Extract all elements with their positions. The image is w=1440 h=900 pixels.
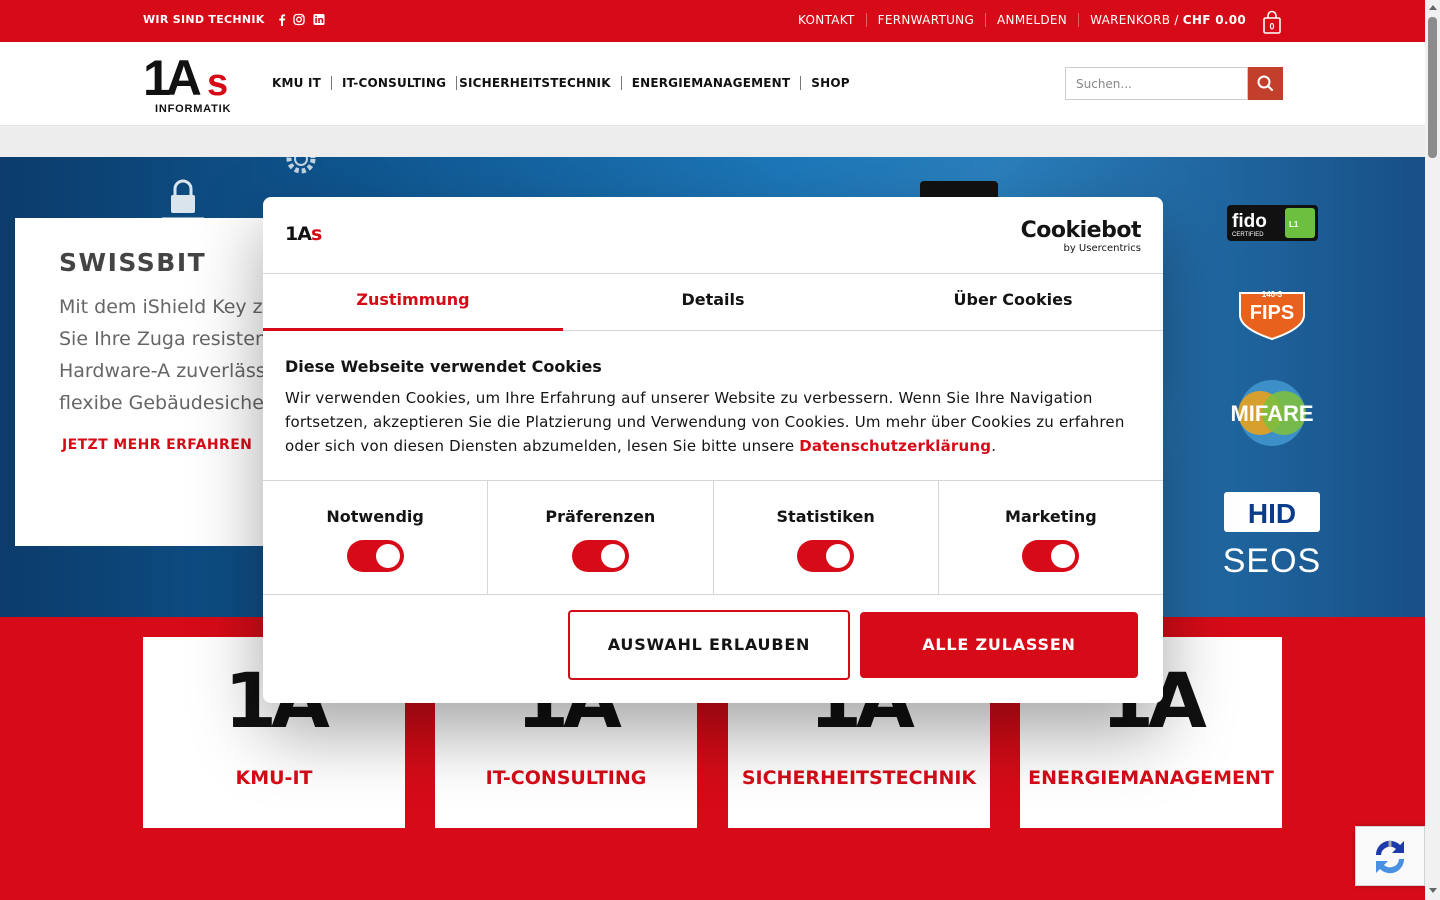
linkedin-icon[interactable] — [313, 13, 325, 26]
toggle-label: Präferenzen — [545, 507, 656, 526]
cart-count: 0 — [1269, 22, 1274, 32]
cookie-consent-dialog: 1As Cookiebot by Usercentrics Zustimmung… — [263, 197, 1163, 703]
svg-text:140-3: 140-3 — [1262, 290, 1283, 299]
toggle-label: Marketing — [1005, 507, 1097, 526]
search-input[interactable]: Suchen... — [1065, 67, 1248, 100]
page-scrollbar[interactable] — [1425, 0, 1440, 900]
mifare-badge: MIFARE — [1230, 380, 1314, 446]
tab-zustimmung[interactable]: Zustimmung — [263, 274, 563, 331]
cart-link[interactable]: WARENKORB / CHF 0.00 — [1078, 13, 1280, 27]
cookie-tabs: Zustimmung Details Über Cookies — [263, 274, 1163, 331]
hero-cta-link[interactable]: JETZT MEHR ERFAHREN — [62, 437, 285, 453]
search-button[interactable] — [1248, 67, 1283, 100]
fips-badge: 140-3 FIPS — [1239, 290, 1305, 341]
cookiebot-by: by Usercentrics — [1063, 243, 1141, 254]
toggle-label: Notwendig — [326, 507, 424, 526]
fido-text: fido — [1232, 211, 1267, 232]
hero-brand: SWISSBIT — [59, 248, 207, 277]
tile-label: ENERGIEMANAGEMENT — [1028, 767, 1274, 789]
svg-text:1A: 1A — [143, 53, 201, 106]
tile-label: IT-CONSULTING — [485, 767, 647, 789]
scroll-up-icon[interactable] — [1429, 5, 1437, 10]
toggle-praeferenzen: Präferenzen — [487, 481, 712, 594]
hid-seos-badge: HID SEOS — [1223, 492, 1321, 576]
hero-text: Mit dem iShield Key zu Schützen Sie Ihre… — [59, 296, 285, 414]
search-icon — [1257, 75, 1274, 92]
svg-text:s: s — [207, 62, 228, 104]
tile-label: KMU-IT — [235, 767, 313, 789]
fido-badge: fido CERTIFIED L1 — [1227, 205, 1318, 241]
toggle-label: Statistiken — [776, 507, 875, 526]
dialog-body: Wir verwenden Cookies, um Ihre Erfahrung… — [285, 386, 1141, 458]
link-anmelden[interactable]: ANMELDEN — [985, 13, 1078, 27]
toggle-notwendig: Notwendig — [263, 481, 487, 594]
nav-energiemanagement[interactable]: ENERGIEMANAGEMENT — [620, 76, 801, 90]
site-logo[interactable]: 1A s INFORMATIK — [143, 53, 243, 115]
tile-label: SICHERHEITSTECHNIK — [741, 767, 977, 789]
scroll-down-icon[interactable] — [1429, 888, 1437, 893]
switch-statistiken[interactable] — [797, 540, 855, 572]
tab-ueber-cookies[interactable]: Über Cookies — [863, 274, 1163, 330]
site-header: 1A s INFORMATIK KMU IT IT-CONSULTING SIC… — [0, 42, 1425, 126]
svg-text:HID: HID — [1248, 498, 1296, 529]
allow-all-button[interactable]: ALLE ZULASSEN — [860, 612, 1138, 678]
recaptcha-icon — [1375, 840, 1405, 874]
gear-icon — [286, 157, 316, 174]
dialog-body-suffix: . — [991, 437, 997, 455]
cookiebot-name: Cookiebot — [1020, 218, 1142, 243]
svg-text:CERTIFIED: CERTIFIED — [1232, 232, 1264, 238]
hero-card: SWISSBIT Mit dem iShield Key zu Schützen… — [15, 218, 285, 546]
dialog-logo: 1As — [285, 223, 322, 245]
cart-price: CHF 0.00 — [1182, 13, 1246, 27]
facebook-icon[interactable] — [276, 13, 288, 26]
dialog-title: Diese Webseite verwendet Cookies — [285, 357, 602, 376]
main-nav: KMU IT IT-CONSULTING SICHERHEITSTECHNIK … — [272, 76, 860, 90]
switch-praeferenzen[interactable] — [571, 540, 629, 572]
dialog-body-text: Wir verwenden Cookies, um Ihre Erfahrung… — [285, 389, 1125, 455]
svg-text:L1: L1 — [1289, 220, 1299, 229]
nav-shop[interactable]: SHOP — [800, 76, 859, 90]
toggle-statistiken: Statistiken — [712, 481, 938, 594]
svg-text:SEOS: SEOS — [1223, 542, 1321, 576]
switch-marketing[interactable] — [1022, 540, 1080, 572]
recaptcha-badge[interactable] — [1355, 826, 1425, 886]
svg-text:MIFARE: MIFARE — [1230, 401, 1313, 426]
instagram-icon[interactable] — [293, 13, 305, 26]
scroll-thumb[interactable] — [1428, 17, 1437, 158]
nav-it-consulting[interactable]: IT-CONSULTING — [331, 76, 456, 90]
nav-sicherheitstechnik[interactable]: SICHERHEITSTECHNIK — [456, 76, 621, 90]
link-fernwartung[interactable]: FERNWARTUNG — [865, 13, 985, 27]
consent-toggles: Notwendig Präferenzen Statistiken Market… — [263, 480, 1163, 595]
top-links: KONTAKT FERNWARTUNG ANMELDEN WARENKORB /… — [787, 13, 1280, 27]
nav-kmu-it[interactable]: KMU IT — [272, 76, 331, 90]
svg-text:FIPS: FIPS — [1250, 302, 1294, 324]
link-kontakt[interactable]: KONTAKT — [787, 13, 866, 27]
switch-notwendig[interactable] — [346, 540, 404, 572]
cart-icon[interactable]: 0 — [1263, 10, 1281, 34]
slogan: WIR SIND TECHNIK — [143, 13, 265, 26]
tab-details[interactable]: Details — [563, 274, 863, 330]
top-bar: WIR SIND TECHNIK KONTAKT FERNWARTUNG ANM… — [0, 0, 1425, 42]
cart-label: WARENKORB / — [1090, 13, 1179, 27]
cookiebot-logo[interactable]: Cookiebot by Usercentrics — [1020, 218, 1142, 255]
toggle-marketing: Marketing — [937, 481, 1163, 594]
privacy-link[interactable]: Datenschutzerklärung — [799, 437, 991, 455]
gray-strip — [0, 126, 1425, 157]
allow-selection-button[interactable]: AUSWAHL ERLAUBEN — [568, 610, 850, 680]
logo-sub: INFORMATIK — [155, 103, 231, 115]
lock-icon — [162, 179, 204, 221]
